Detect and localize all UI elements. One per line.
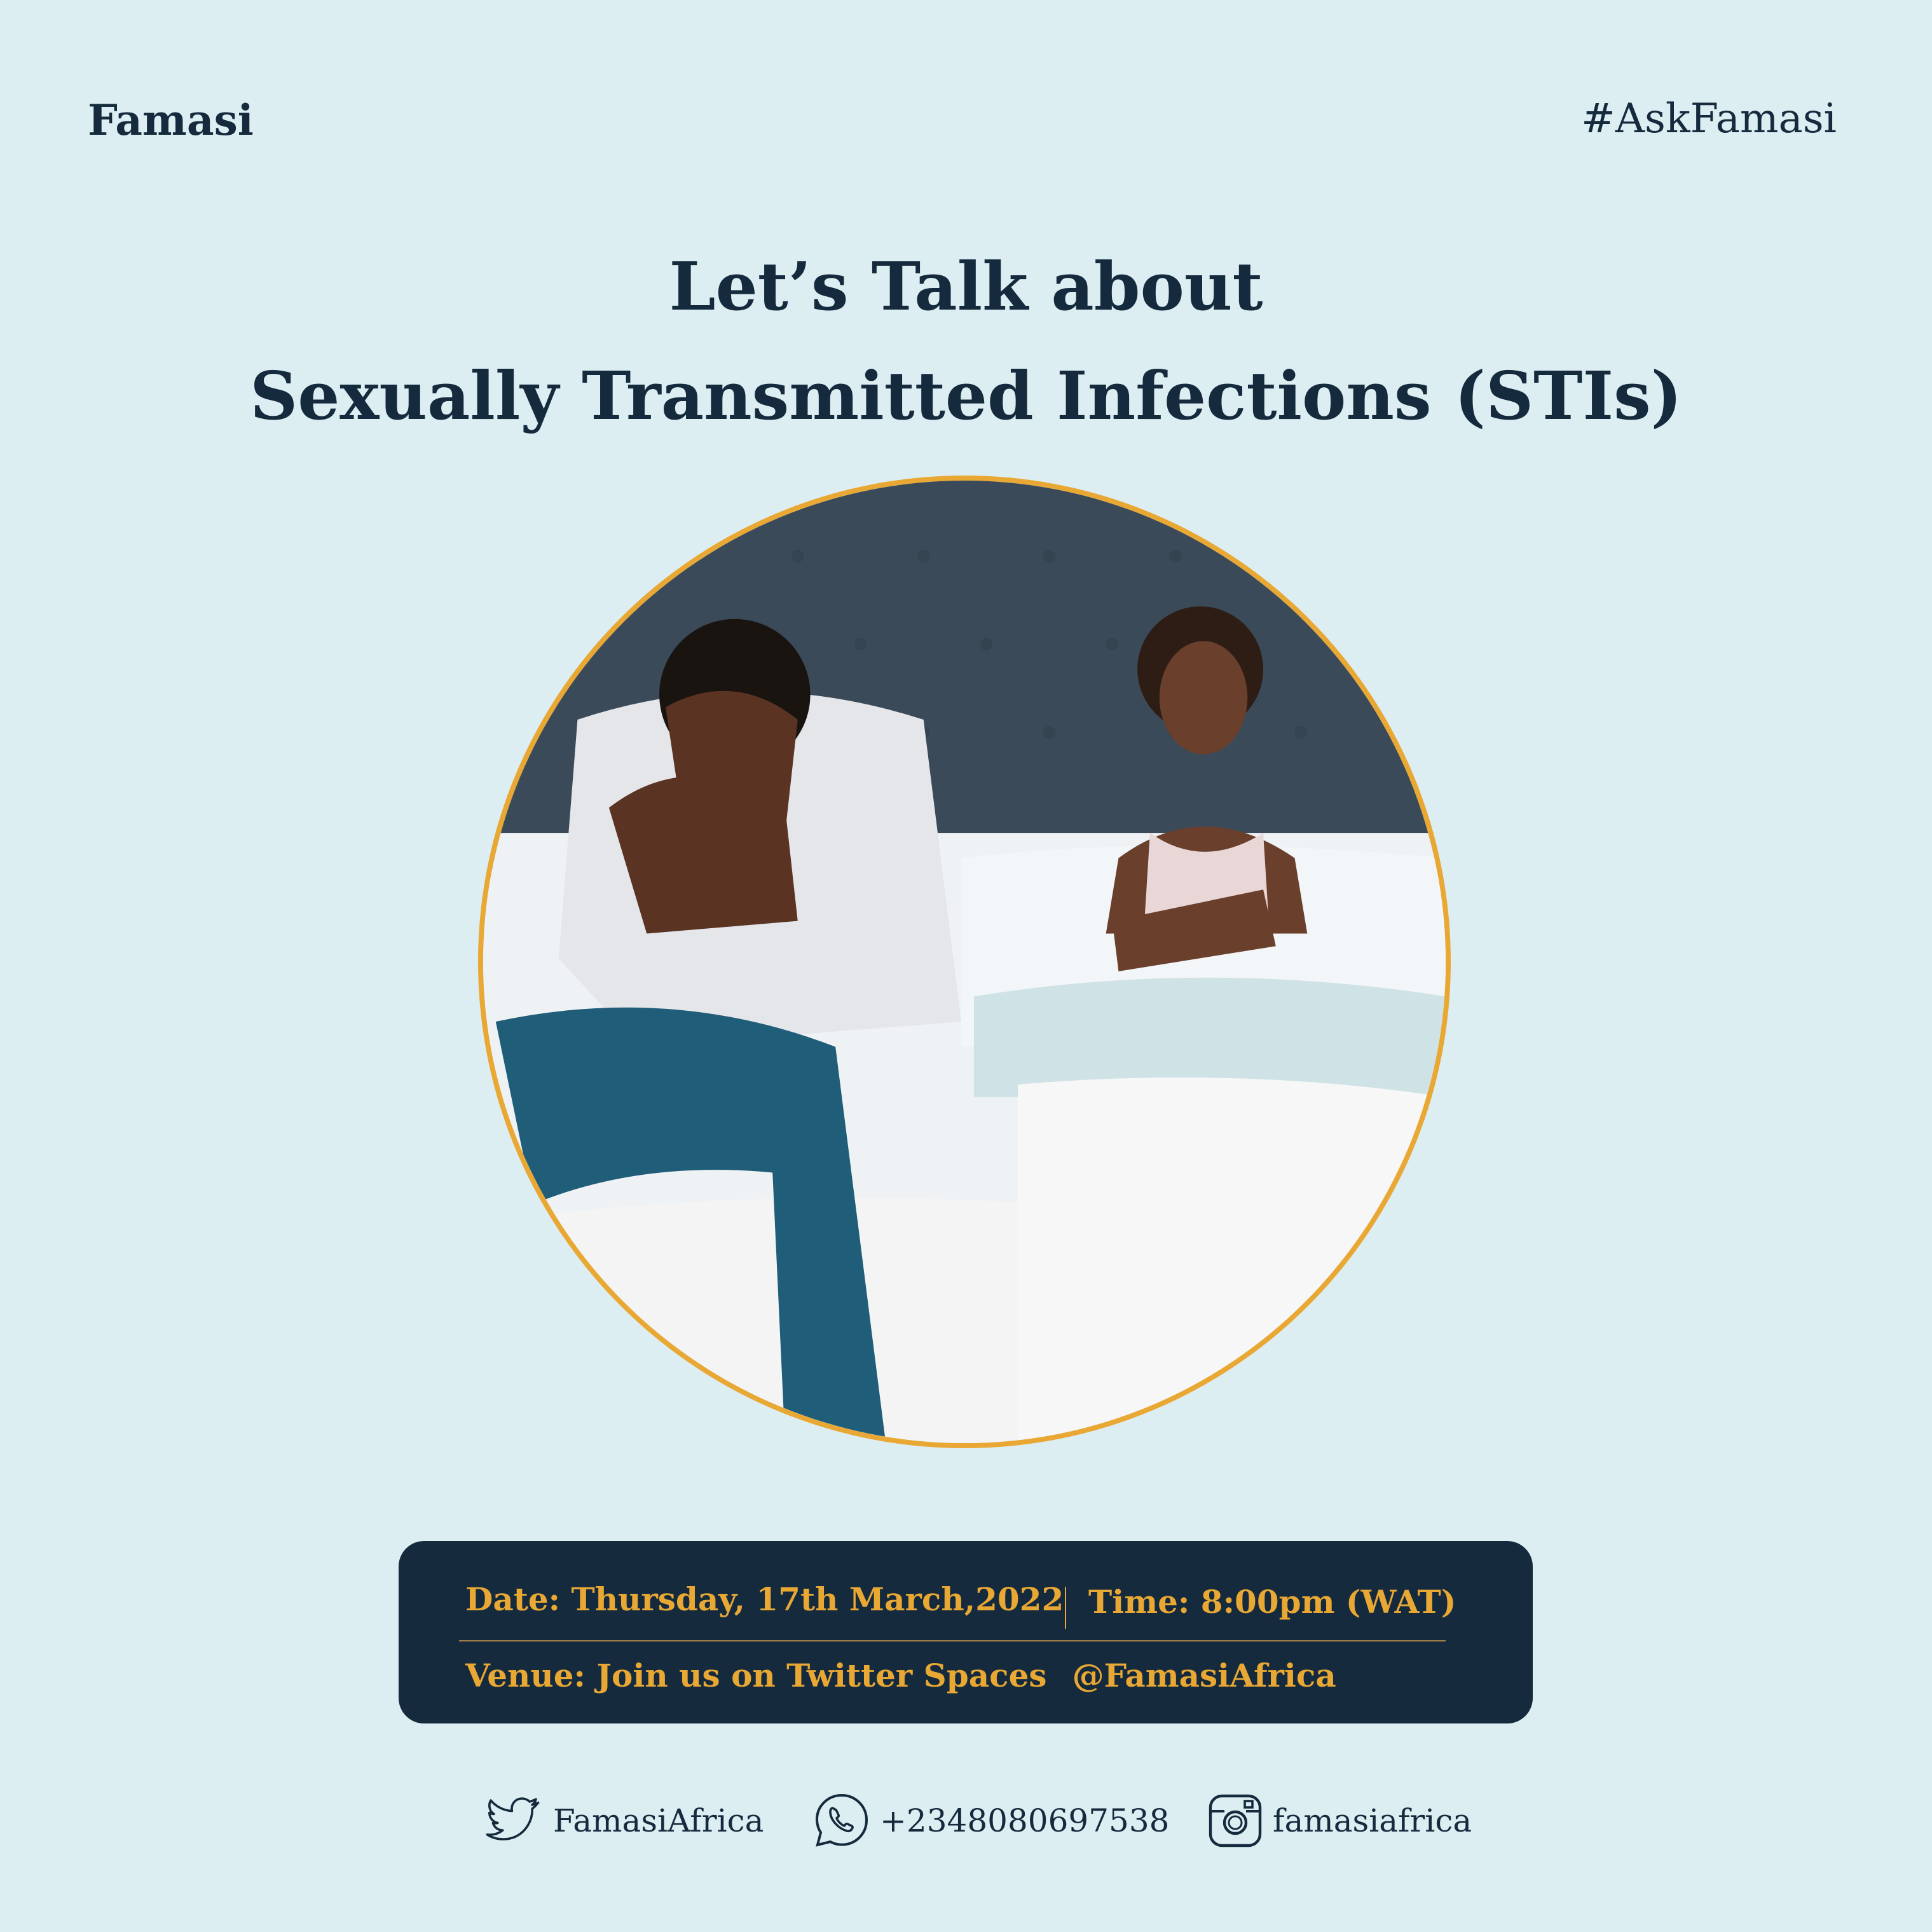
event-date: Date: Thursday, 17th March,2022	[465, 1580, 1064, 1618]
whatsapp-icon	[815, 1793, 868, 1847]
contact-instagram[interactable]: famasiafrica	[1207, 1789, 1472, 1853]
couple-photo-illustration	[483, 481, 1446, 1443]
horizontal-divider	[459, 1640, 1446, 1641]
headline-line-1: Let’s Talk about	[669, 247, 1263, 325]
brand-logo-text: Famasi	[88, 95, 254, 145]
contact-whatsapp[interactable]: +2348080697538	[812, 1789, 1169, 1853]
event-details-card: Date: Thursday, 17th March,2022 Time: 8:…	[399, 1541, 1533, 1723]
headline: Let’s Talk about Sexually Transmitted In…	[0, 232, 1932, 451]
event-venue-row: Venue: Join us on Twitter Spaces @FamasiA…	[465, 1657, 1336, 1694]
twitter-label: FamasiAfrica	[553, 1802, 764, 1839]
event-venue: Venue: Join us on Twitter Spaces	[465, 1657, 1047, 1694]
instagram-icon	[1209, 1794, 1262, 1847]
couple-photo	[478, 476, 1451, 1448]
event-time: Time: 8:00pm (WAT)	[1088, 1583, 1456, 1620]
contact-twitter[interactable]: FamasiAfrica	[483, 1789, 764, 1853]
headline-line-2: Sexually Transmitted Infections (STIs)	[250, 357, 1682, 435]
twitter-icon	[486, 1797, 540, 1840]
vertical-divider	[1065, 1587, 1066, 1629]
hashtag: #AskFamasi	[1581, 95, 1837, 142]
whatsapp-number: +2348080697538	[880, 1802, 1170, 1839]
twitter-handle-link[interactable]: @FamasiAfrica	[1072, 1657, 1336, 1694]
instagram-handle: famasiafrica	[1273, 1802, 1472, 1839]
